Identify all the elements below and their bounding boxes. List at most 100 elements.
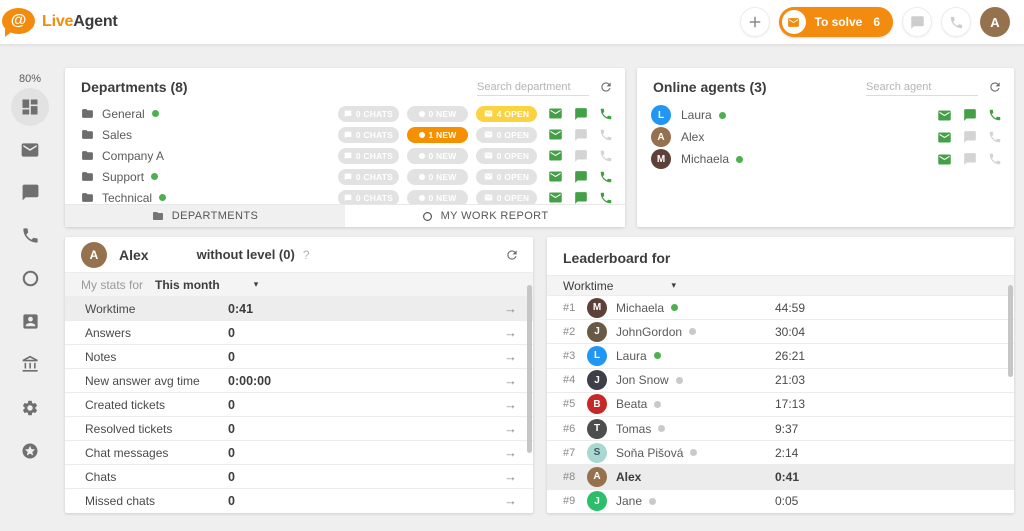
filter-value-dropdown[interactable]: This month	[155, 278, 220, 292]
sidebar-item-calls[interactable]	[0, 214, 60, 257]
chats-button[interactable]	[902, 7, 932, 37]
chats-chip[interactable]: 0 CHATS	[338, 168, 399, 185]
help-icon[interactable]: ?	[303, 248, 310, 262]
agent-row[interactable]: L Laura	[637, 104, 1014, 126]
leaderboard-row[interactable]: #7 S Soňa Pišová 2:14	[547, 440, 1014, 464]
stat-row[interactable]: Worktime 0:41 →	[65, 296, 533, 320]
phone-action-icon[interactable]	[599, 107, 613, 121]
arrow-right-icon[interactable]: →	[504, 421, 517, 436]
department-row[interactable]: Support 0 CHATS 0 NEW 0 OPEN	[65, 166, 625, 187]
arrow-right-icon[interactable]: →	[504, 301, 517, 316]
leaderboard-row[interactable]: #8 A Alex 0:41	[547, 464, 1014, 489]
arrow-right-icon[interactable]: →	[504, 325, 517, 340]
new-chip[interactable]: 0 NEW	[407, 168, 468, 185]
chevron-down-icon[interactable]: ▾	[671, 280, 676, 291]
stat-row[interactable]: Missed chats 0 →	[65, 488, 533, 512]
mail-action-icon[interactable]	[548, 127, 563, 142]
mail-action-icon[interactable]	[548, 148, 563, 163]
leaderboard-row[interactable]: #4 J Jon Snow 21:03	[547, 367, 1014, 392]
leaderboard-row[interactable]: #1 M Michaela 44:59	[547, 295, 1014, 319]
search-department-input[interactable]	[477, 78, 589, 96]
sidebar-item-rewards[interactable]	[0, 429, 60, 472]
metric-dropdown[interactable]: Worktime	[563, 279, 613, 293]
mail-action-icon[interactable]	[937, 152, 952, 167]
phone-action-icon[interactable]	[599, 170, 613, 184]
arrow-right-icon[interactable]: →	[504, 373, 517, 388]
mail-action-icon[interactable]	[548, 190, 563, 205]
department-row[interactable]: General 0 CHATS 0 NEW 4 OPEN	[65, 103, 625, 124]
agent-row[interactable]: A Alex	[637, 126, 1014, 148]
chat-action-icon[interactable]	[574, 149, 588, 163]
arrow-right-icon[interactable]: →	[504, 469, 517, 484]
open-chip[interactable]: 4 OPEN	[476, 105, 537, 122]
chat-action-icon[interactable]	[963, 108, 977, 122]
tab-departments[interactable]: DEPARTMENTS	[65, 205, 345, 227]
chat-action-icon[interactable]	[963, 130, 977, 144]
arrow-right-icon[interactable]: →	[504, 349, 517, 364]
arrow-right-icon[interactable]: →	[504, 493, 517, 508]
sidebar-item-settings[interactable]	[0, 386, 60, 429]
stats-filter-bar: My stats for This month ▾	[65, 272, 533, 296]
sidebar-item-contacts[interactable]	[0, 300, 60, 343]
stat-row[interactable]: Notes 0 →	[65, 344, 533, 368]
chats-chip[interactable]: 0 CHATS	[338, 126, 399, 143]
chat-action-icon[interactable]	[574, 170, 588, 184]
new-chip[interactable]: 0 NEW	[407, 105, 468, 122]
calls-button[interactable]	[941, 7, 971, 37]
mail-action-icon[interactable]	[937, 130, 952, 145]
open-chip[interactable]: 0 OPEN	[476, 168, 537, 185]
new-chip[interactable]: 0 NEW	[407, 147, 468, 164]
phone-action-icon[interactable]	[599, 149, 613, 163]
stat-row[interactable]: Answers 0 →	[65, 320, 533, 344]
stat-row[interactable]: Created tickets 0 →	[65, 392, 533, 416]
sidebar-item-portal[interactable]	[0, 343, 60, 386]
add-button[interactable]	[739, 7, 770, 37]
phone-action-icon[interactable]	[988, 152, 1002, 166]
chat-action-icon[interactable]	[574, 191, 588, 205]
leaderboard-row[interactable]: #3 L Laura 26:21	[547, 343, 1014, 367]
agent-row[interactable]: M Michaela	[637, 148, 1014, 170]
scrollbar[interactable]	[527, 285, 532, 453]
user-avatar[interactable]: A	[980, 7, 1010, 37]
scrollbar[interactable]	[1008, 285, 1013, 377]
stat-row[interactable]: Chats 0 →	[65, 464, 533, 488]
open-chip[interactable]: 0 OPEN	[476, 147, 537, 164]
chats-chip[interactable]: 0 CHATS	[338, 147, 399, 164]
chat-action-icon[interactable]	[574, 107, 588, 121]
sidebar-item-tickets[interactable]	[0, 128, 60, 171]
chevron-down-icon[interactable]: ▾	[254, 279, 259, 290]
phone-action-icon[interactable]	[988, 130, 1002, 144]
open-chip[interactable]: 0 OPEN	[476, 126, 537, 143]
sidebar-item-history[interactable]	[0, 257, 60, 300]
new-chip[interactable]: 1 NEW	[407, 126, 468, 143]
mail-action-icon[interactable]	[937, 108, 952, 123]
to-solve-button[interactable]: To solve 6	[778, 7, 893, 37]
mail-action-icon[interactable]	[548, 169, 563, 184]
leaderboard-row[interactable]: #9 J Jane 0:05	[547, 488, 1014, 513]
arrow-right-icon[interactable]: →	[504, 445, 517, 460]
leaderboard-row[interactable]: #6 T Tomas 9:37	[547, 415, 1014, 440]
sidebar-item-dashboard[interactable]	[0, 85, 60, 128]
chats-chip[interactable]: 0 CHATS	[338, 105, 399, 122]
phone-action-icon[interactable]	[599, 191, 613, 205]
chat-action-icon[interactable]	[963, 152, 977, 166]
phone-action-icon[interactable]	[599, 128, 613, 142]
refresh-icon[interactable]	[599, 80, 613, 94]
search-agent-input[interactable]	[866, 78, 978, 96]
leaderboard-row[interactable]: #5 B Beata 17:13	[547, 391, 1014, 416]
department-row[interactable]: Sales 0 CHATS 1 NEW 0 OPEN	[65, 124, 625, 145]
arrow-right-icon[interactable]: →	[504, 397, 517, 412]
chat-action-icon[interactable]	[574, 128, 588, 142]
tab-my-work-report[interactable]: MY WORK REPORT	[345, 205, 625, 227]
leaderboard-row[interactable]: #2 J JohnGordon 30:04	[547, 319, 1014, 343]
stat-row[interactable]: Chat messages 0 →	[65, 440, 533, 464]
stat-row[interactable]: Resolved tickets 0 →	[65, 416, 533, 440]
ring-icon	[21, 269, 40, 288]
mail-action-icon[interactable]	[548, 106, 563, 121]
sidebar-item-chats[interactable]	[0, 171, 60, 214]
stat-row[interactable]: New answer avg time 0:00:00 →	[65, 368, 533, 392]
refresh-icon[interactable]	[505, 248, 519, 262]
department-row[interactable]: Company A 0 CHATS 0 NEW 0 OPEN	[65, 145, 625, 166]
refresh-icon[interactable]	[988, 80, 1002, 94]
phone-action-icon[interactable]	[988, 108, 1002, 122]
